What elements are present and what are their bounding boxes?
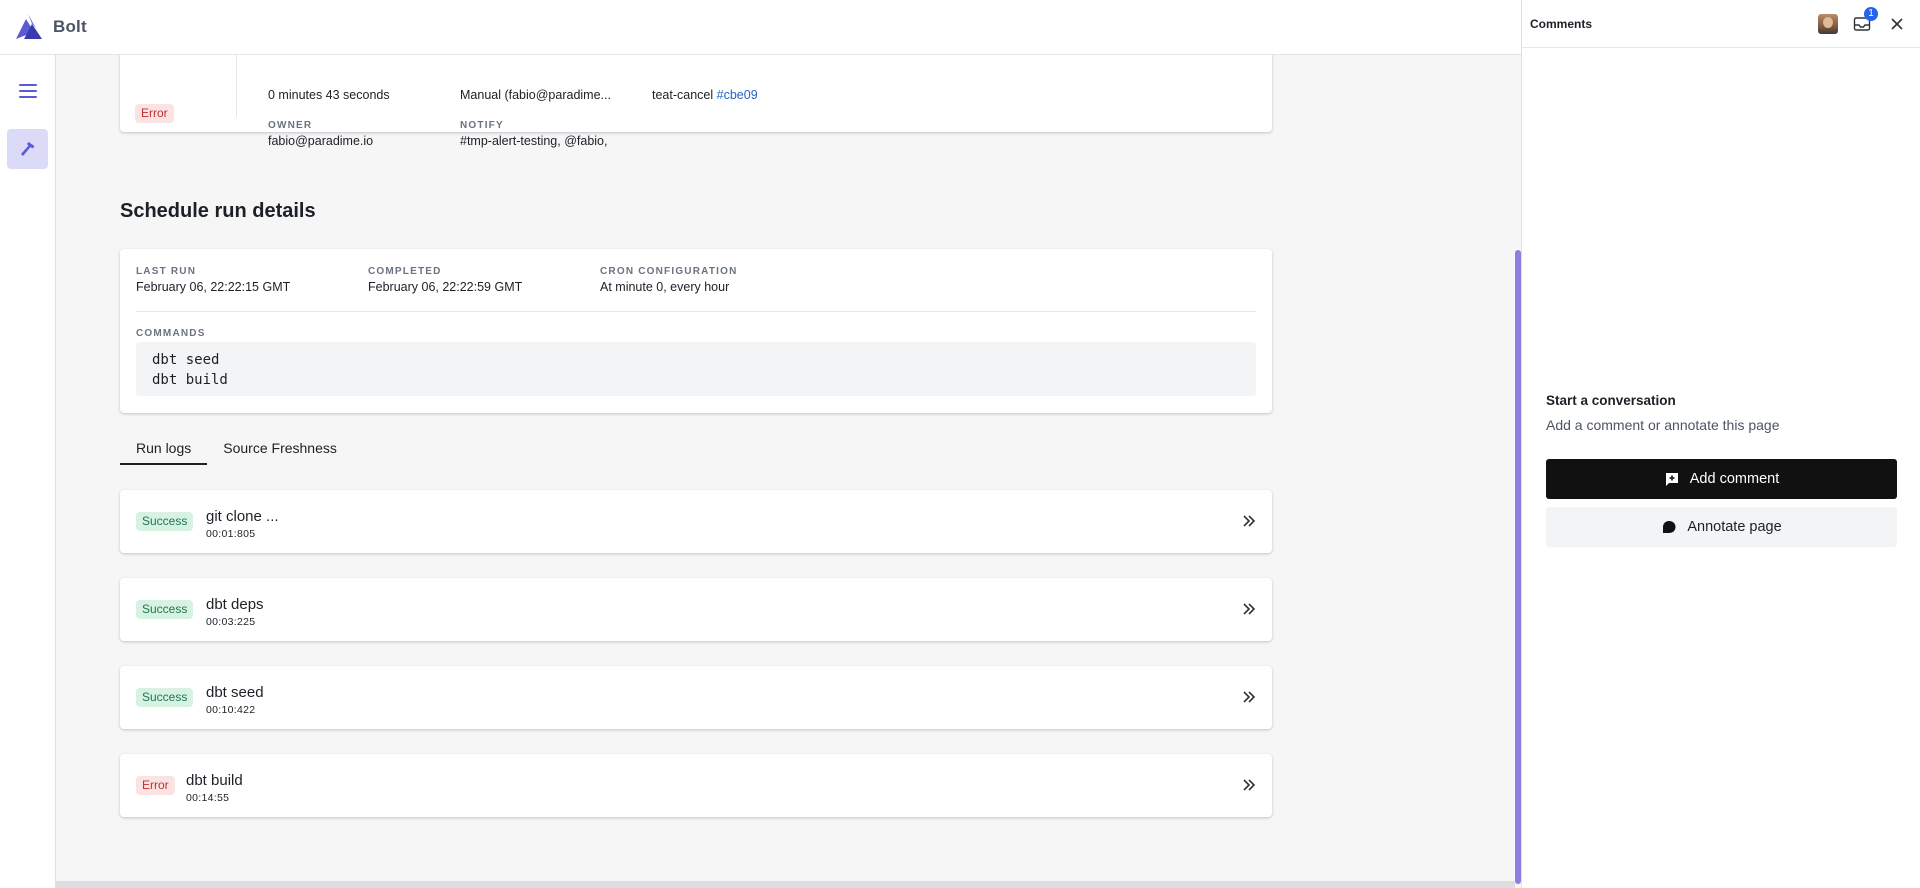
run-summary-card: Error 0 minutes 43 seconds Manual (fabio… [120,55,1272,148]
annotate-page-button[interactable]: Annotate page [1546,507,1897,547]
status-badge: Error [136,776,175,795]
commands-label: COMMANDS [136,328,206,339]
log-name: git clone ... [206,508,279,525]
owner-label: OWNER [268,120,313,131]
run-branch: teat-cancel #cbe09 [652,88,758,102]
log-row-git-clone[interactable]: Success git clone ... 00:01:805 [120,490,1272,553]
hamburger-icon[interactable] [19,84,37,98]
add-comment-label: Add comment [1689,471,1780,487]
comments-header: Comments 1 [1522,0,1920,48]
cron-label: CRON CONFIGURATION [600,266,738,277]
owner-value: fabio@paradime.io [268,134,374,148]
empty-state-subtitle: Add a comment or annotate this page [1546,417,1780,433]
last-run-value: February 06, 22:22:15 GMT [136,280,291,294]
close-icon[interactable] [1889,16,1905,32]
log-name: dbt build [186,772,243,789]
log-row-dbt-deps[interactable]: Success dbt deps 00:03:225 [120,578,1272,641]
command-line: dbt seed [152,352,220,368]
chevron-double-right-icon[interactable] [1242,514,1256,528]
top-bar: Bolt [0,0,1521,55]
last-run-label: LAST RUN [136,266,197,277]
panel-title: Comments [1530,17,1593,31]
divider [236,55,237,117]
log-time: 00:03:225 [206,616,256,628]
completed-label: COMPLETED [368,266,442,277]
tab-bar: Run logs Source Freshness [120,435,353,465]
commit-link[interactable]: #cbe09 [717,88,758,102]
vertical-scrollbar[interactable] [1515,250,1521,884]
completed-value: February 06, 22:22:59 GMT [368,280,523,294]
chevron-double-right-icon[interactable] [1242,778,1256,792]
cron-value: At minute 0, every hour [600,280,730,294]
avatar[interactable] [1818,14,1838,34]
schedule-card: LAST RUN February 06, 22:22:15 GMT COMPL… [120,249,1272,413]
branch-name: teat-cancel [652,88,714,102]
status-badge: Success [136,600,194,619]
section-title: Schedule run details [120,200,316,222]
tab-source-freshness[interactable]: Source Freshness [207,435,353,465]
chevron-double-right-icon[interactable] [1242,690,1256,704]
log-row-dbt-build[interactable]: Error dbt build 00:14:55 [120,754,1272,817]
left-nav [0,55,56,888]
run-trigger: Manual (fabio@paradime... [460,88,611,102]
command-line: dbt build [152,372,228,388]
empty-state-title: Start a conversation [1546,393,1676,408]
run-duration: 0 minutes 43 seconds [268,88,390,102]
log-name: dbt deps [206,596,264,613]
inbox-count-badge: 1 [1864,7,1878,21]
main-content: Error 0 minutes 43 seconds Manual (fabio… [56,55,1515,888]
status-badge: Success [136,512,194,531]
status-badge: Error [135,104,174,123]
horizontal-scrollbar[interactable] [56,881,1515,888]
add-comment-icon [1665,473,1678,486]
status-badge: Success [136,688,194,707]
log-name: dbt seed [206,684,264,701]
tab-run-logs[interactable]: Run logs [120,435,208,465]
log-time: 00:10:422 [206,704,256,716]
add-comment-button[interactable]: Add comment [1546,459,1897,499]
hammer-icon[interactable] [7,129,48,169]
log-time: 00:14:55 [186,792,230,804]
commands-code: dbt seed dbt build [136,342,1256,396]
divider [136,311,1256,312]
notify-label: NOTIFY [460,120,504,131]
bolt-logo-icon[interactable] [14,14,44,40]
app-name[interactable]: Bolt [53,17,87,37]
annotate-icon [1663,521,1676,533]
comments-panel: Comments 1 Start a conversation Add a co… [1515,0,1920,888]
annotate-page-label: Annotate page [1687,519,1782,535]
notify-value: #tmp-alert-testing, @fabio, [460,134,608,148]
chevron-double-right-icon[interactable] [1242,602,1256,616]
log-row-dbt-seed[interactable]: Success dbt seed 00:10:422 [120,666,1272,729]
log-time: 00:01:805 [206,528,256,540]
